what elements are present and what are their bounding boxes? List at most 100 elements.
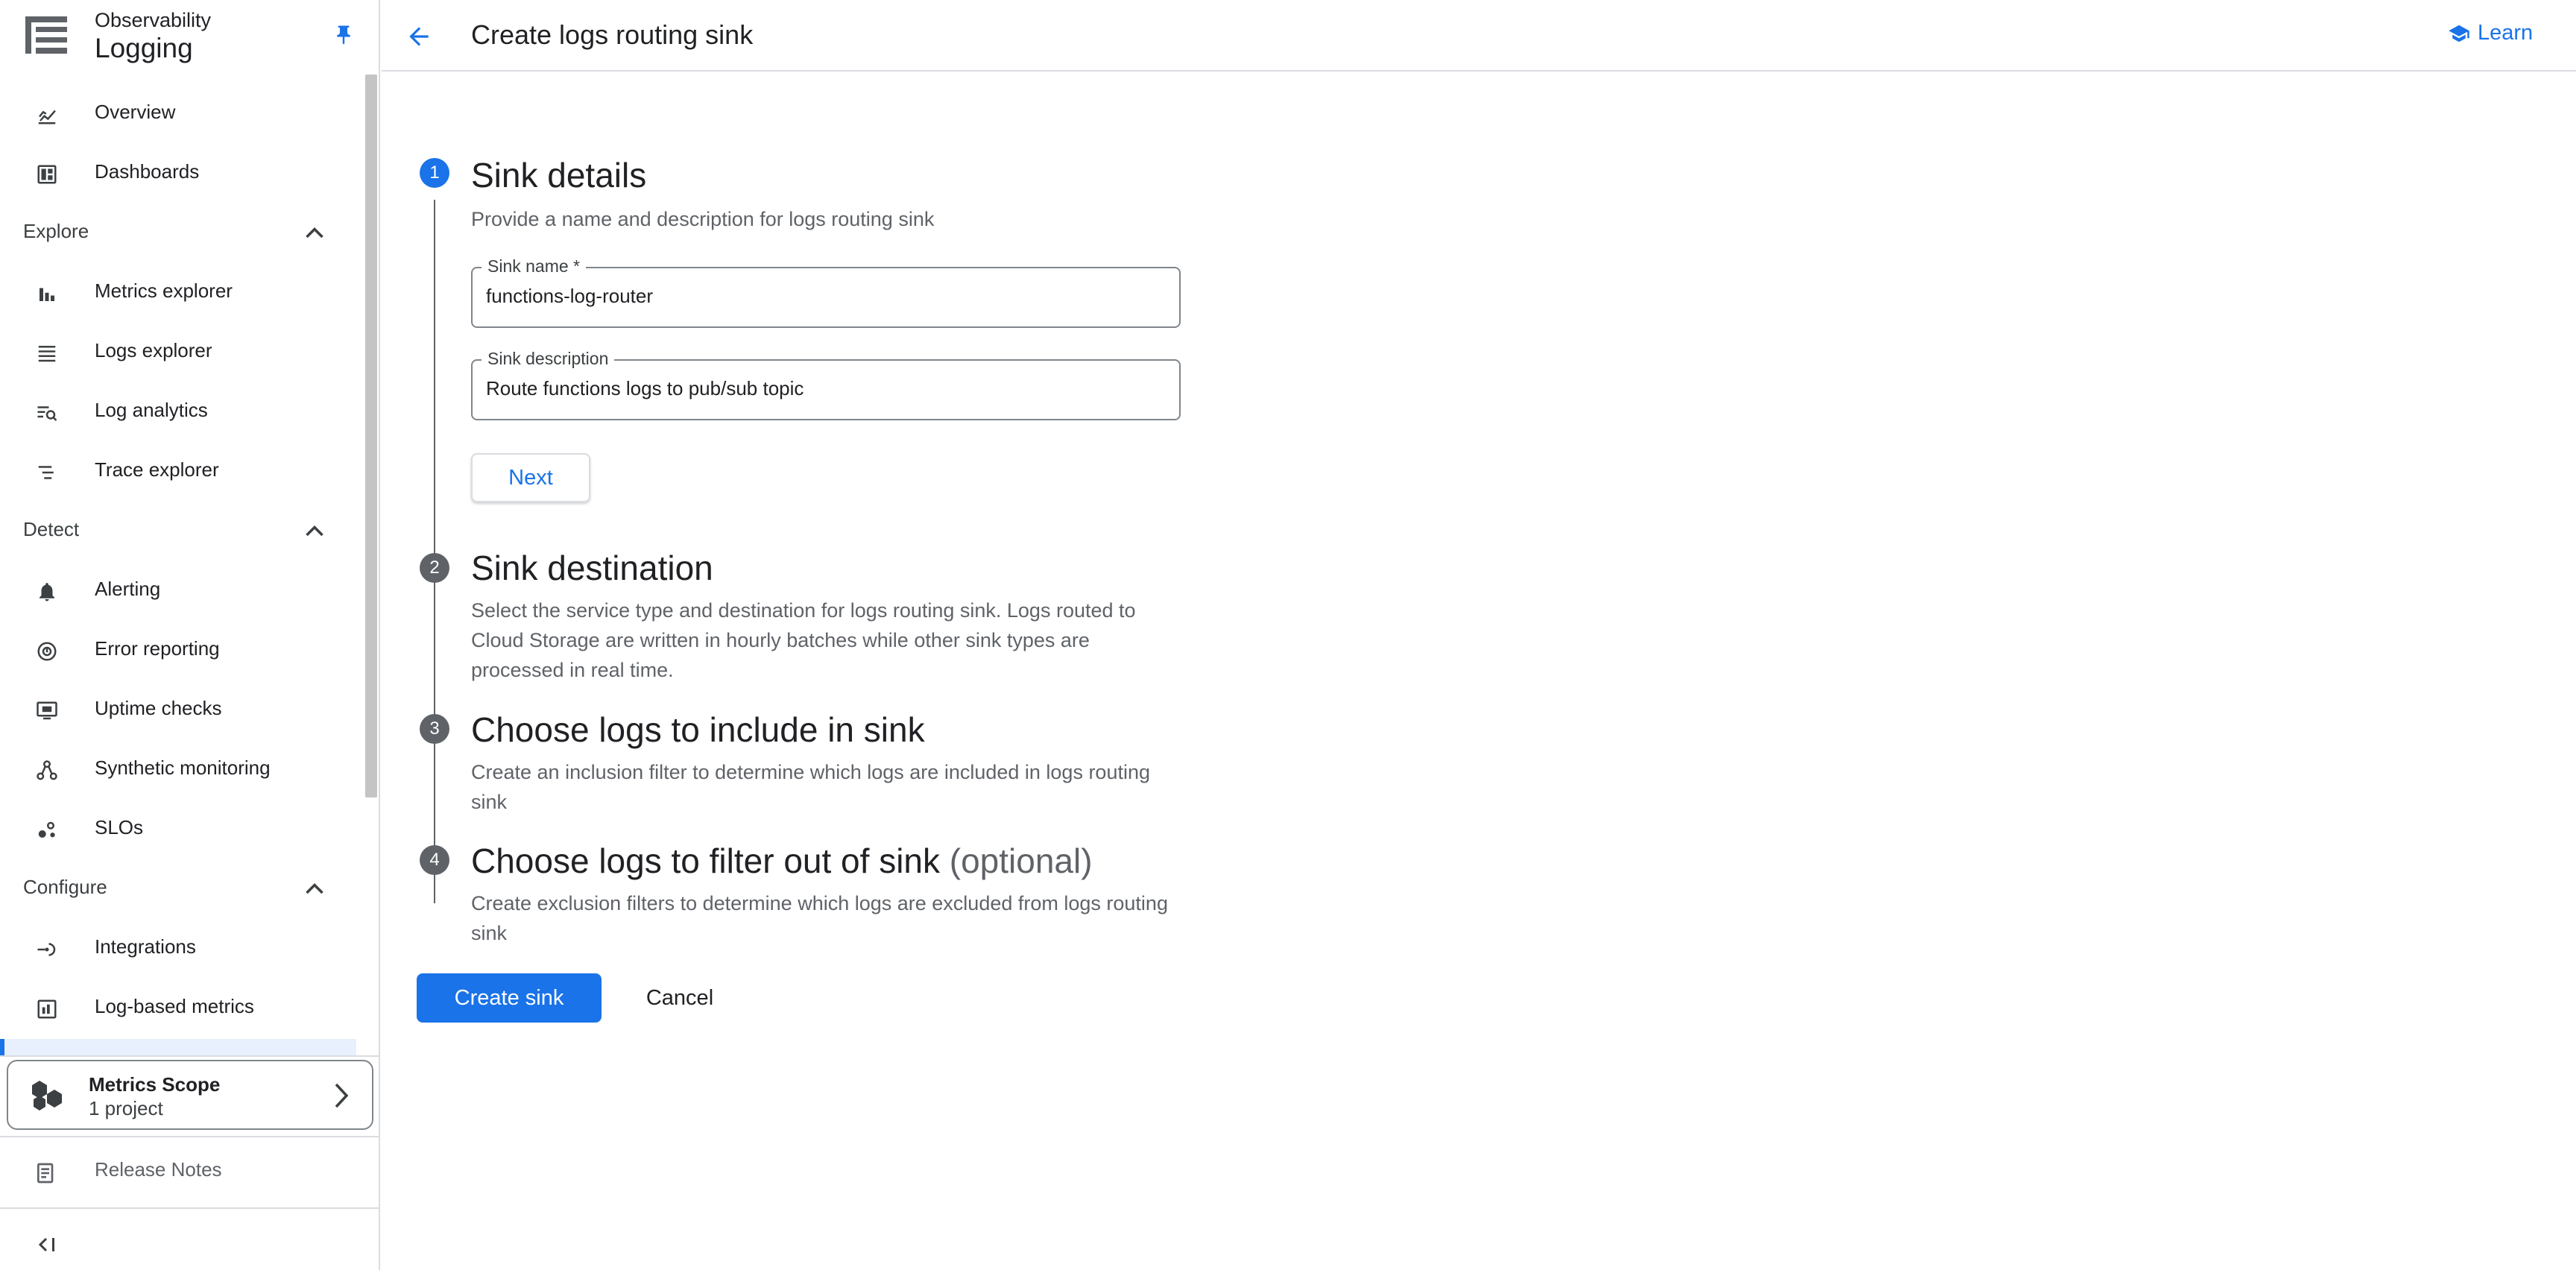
integrations-icon (37, 943, 56, 956)
section-label: Detect (23, 518, 80, 540)
divider (0, 1207, 380, 1209)
trace-icon (38, 466, 54, 479)
section-label: Configure (23, 876, 107, 898)
active-nav-item-partial[interactable] (0, 1039, 356, 1055)
sidebar-item-alerting[interactable]: Alerting (0, 561, 358, 621)
chart-line-icon (38, 110, 56, 124)
learn-label: Learn (2478, 21, 2534, 45)
divider (0, 1055, 380, 1057)
sidebar-item-uptime-checks[interactable]: Uptime checks (0, 680, 358, 740)
sidebar-item-log-based-metrics[interactable]: Log-based metrics (0, 979, 358, 1038)
sidebar-item-label: Log-based metrics (95, 995, 254, 1017)
product-title: Logging (95, 33, 193, 63)
step-4-title-text: Choose logs to filter out of sink (471, 841, 940, 880)
sidebar-item-label: Synthetic monitoring (95, 756, 271, 779)
sidebar-item-error-reporting[interactable]: Error reporting (0, 621, 358, 680)
sidebar-item-overview[interactable]: Overview (0, 84, 358, 144)
step-connector (434, 200, 435, 611)
sidebar-item-label: Overview (95, 101, 176, 123)
step-2-title: Sink destination (471, 549, 713, 587)
sidebar-item-trace-explorer[interactable]: Trace explorer (0, 442, 358, 502)
step-3-description: Create an inclusion filter to determine … (471, 761, 1150, 813)
sidebar-header: Observability Logging (0, 0, 380, 72)
chevron-up-icon (306, 883, 323, 894)
learn-button[interactable]: Learn (2446, 21, 2533, 45)
chevron-right-icon (335, 1083, 349, 1108)
sidebar-item-label: Integrations (95, 935, 196, 958)
collapse-sidebar-icon[interactable] (36, 1234, 60, 1255)
section-explore[interactable]: Explore (0, 203, 358, 263)
bell-icon (40, 583, 54, 601)
sink-name-label: Sink name * (482, 256, 587, 277)
chevron-up-icon (306, 525, 323, 537)
slo-icon (38, 821, 55, 838)
hexagons-icon (32, 1081, 62, 1111)
release-notes-icon (37, 1163, 54, 1184)
sidebar-item-label: Error reporting (95, 637, 220, 660)
step-1-number: 1 (420, 158, 449, 188)
sidebar: Observability Logging Overview Dashboard… (0, 0, 380, 1270)
section-detect[interactable]: Detect (0, 502, 358, 561)
sidebar-item-slos[interactable]: SLOs (0, 800, 358, 859)
step-3-title: Choose logs to include in sink (471, 710, 925, 749)
synthetic-icon (37, 760, 57, 780)
step-connector (434, 595, 435, 772)
step-4-optional-suffix: (optional) (949, 841, 1093, 880)
section-configure[interactable]: Configure (0, 859, 358, 919)
sidebar-item-label: Metrics explorer (95, 279, 233, 302)
top-bar: Create logs routing sink Learn (382, 0, 2576, 72)
step-4-description: Create exclusion filters to determine wh… (471, 892, 1168, 944)
sidebar-item-label: Trace explorer (95, 458, 219, 481)
sink-description-label: Sink description (482, 349, 615, 369)
back-arrow-icon[interactable] (404, 22, 434, 51)
metrics-scope-title: Metrics Scope (89, 1073, 221, 1096)
sink-name-input[interactable] (486, 285, 1157, 308)
step-2-description: Select the service type and destination … (471, 599, 1136, 681)
metrics-scope-subtitle: 1 project (89, 1097, 163, 1119)
pin-icon[interactable] (332, 22, 355, 48)
next-button[interactable]: Next (471, 453, 590, 502)
create-sink-button[interactable]: Create sink (417, 973, 602, 1023)
school-icon (2449, 25, 2469, 42)
cancel-button[interactable]: Cancel (626, 973, 733, 1023)
sidebar-item-dashboards[interactable]: Dashboards (0, 144, 358, 203)
sidebar-item-label: Dashboards (95, 160, 200, 183)
divider (0, 1136, 380, 1137)
sink-description-field[interactable]: Sink description (471, 349, 1181, 420)
page-title: Create logs routing sink (471, 19, 754, 50)
sidebar-item-label: Logs explorer (95, 339, 212, 361)
sink-name-field[interactable]: Sink name * (471, 256, 1181, 328)
sidebar-item-label: Alerting (95, 578, 161, 600)
list-search-icon (37, 406, 57, 421)
sidebar-item-log-analytics[interactable]: Log analytics (0, 382, 358, 442)
sidebar-item-metrics-explorer[interactable]: Metrics explorer (0, 263, 358, 323)
sink-description-input[interactable] (486, 377, 1157, 400)
sidebar-scrollbar[interactable] (365, 75, 377, 797)
release-notes-label: Release Notes (95, 1158, 222, 1181)
main-content: 1 Sink details Provide a name and descri… (382, 73, 2576, 1270)
release-notes-link[interactable]: Release Notes (0, 1148, 380, 1195)
bar-chart-icon (40, 288, 54, 301)
sidebar-item-synthetic-monitoring[interactable]: Synthetic monitoring (0, 740, 358, 800)
sidebar-item-logs-explorer[interactable]: Logs explorer (0, 323, 358, 382)
metrics-scope-card[interactable]: Metrics Scope 1 project (7, 1060, 373, 1130)
section-label: Explore (23, 220, 89, 242)
step-1-description: Provide a name and description for logs … (471, 208, 935, 230)
logging-logo-icon (25, 16, 67, 54)
dashboard-icon (37, 165, 57, 184)
step-3-number: 3 (420, 714, 449, 744)
product-group-label: Observability (95, 9, 212, 31)
sidebar-item-label: Log analytics (95, 399, 208, 421)
step-4-number: 4 (420, 845, 449, 875)
step-1-title: Sink details (471, 156, 647, 195)
error-reporting-icon (37, 642, 57, 661)
monitor-icon (37, 701, 57, 720)
sidebar-item-integrations[interactable]: Integrations (0, 919, 358, 979)
step-4-title: Choose logs to filter out of sink (optio… (471, 841, 1093, 881)
log-metrics-icon (37, 999, 57, 1019)
step-2-number: 2 (420, 553, 449, 583)
sidebar-item-label: SLOs (95, 816, 144, 838)
step-connector (434, 756, 435, 903)
chevron-up-icon (306, 227, 323, 238)
list-icon (38, 346, 56, 362)
